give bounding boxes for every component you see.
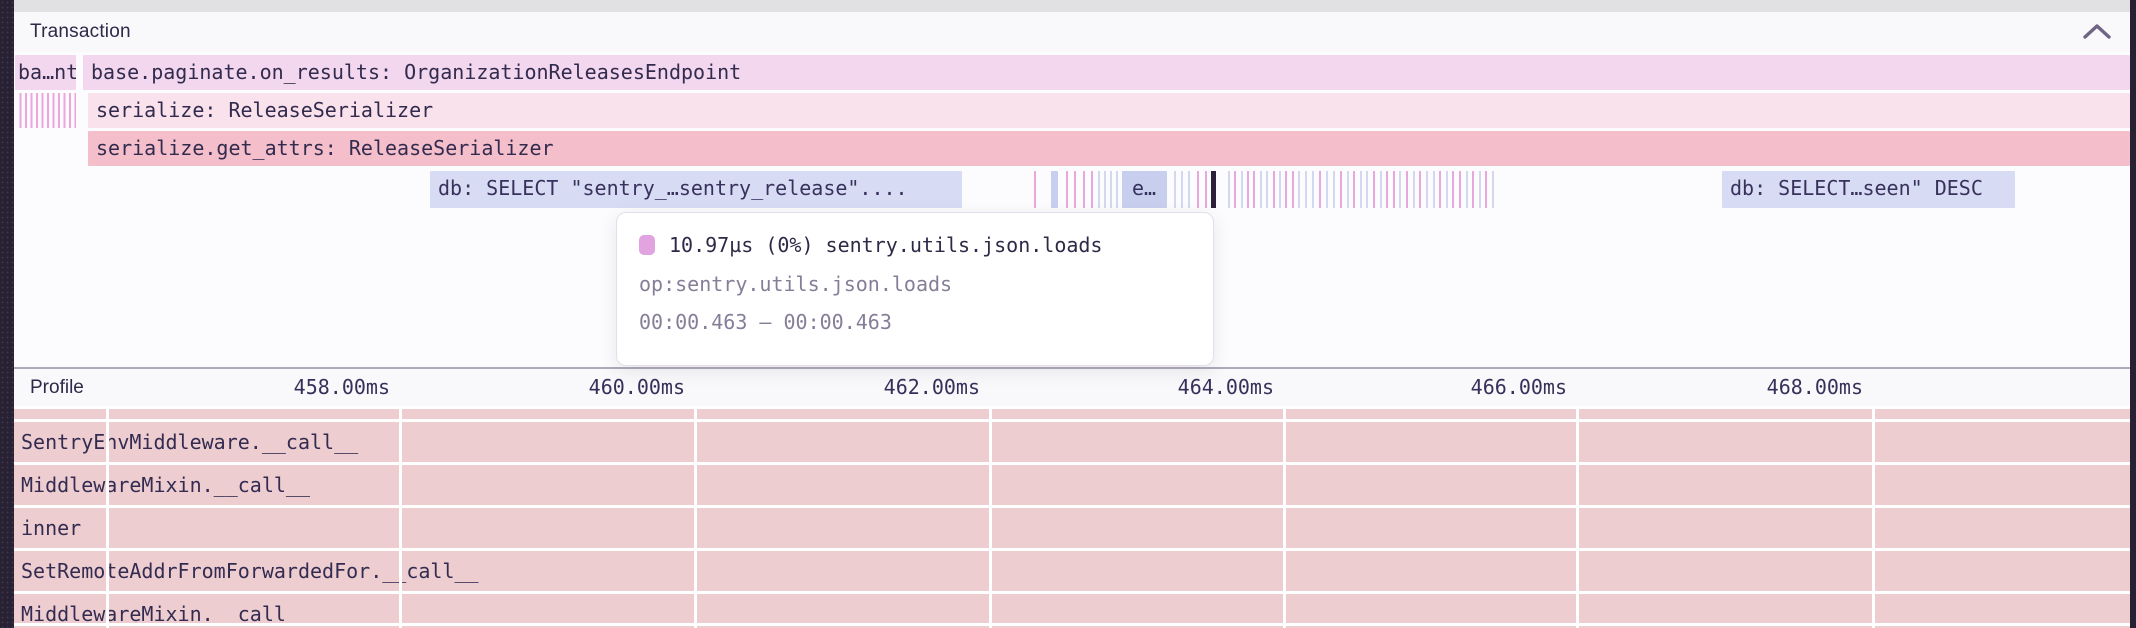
chevron-up-icon	[2080, 20, 2114, 44]
micro-span-tick[interactable]	[1433, 171, 1435, 208]
top-strip	[14, 0, 2130, 12]
micro-span-tick[interactable]	[1472, 171, 1474, 208]
flame-row[interactable]: SetRemoteAddrFromForwardedFor.__call__	[14, 551, 2130, 591]
flame-row[interactable]: MiddlewareMixin.__call__	[14, 465, 2130, 505]
micro-span-tick[interactable]	[1426, 171, 1428, 208]
micro-span-tick[interactable]	[1116, 171, 1118, 208]
micro-span-tick[interactable]	[1399, 171, 1401, 208]
micro-span-tick[interactable]	[1492, 171, 1494, 208]
span-serialize-get-attrs[interactable]: serialize.get_attrs: ReleaseSerializer	[88, 131, 2130, 166]
profile-panel-title: Profile	[30, 377, 84, 399]
micro-span-tick[interactable]	[1104, 171, 1106, 208]
collapsed-micro-spans-block[interactable]	[16, 93, 76, 128]
micro-span-tick[interactable]	[1360, 171, 1362, 208]
span-db-select-seen[interactable]: db: SELECT…seen" DESC	[1722, 171, 2015, 208]
micro-span-tick[interactable]	[1413, 171, 1415, 208]
time-label: 460.00ms	[525, 375, 685, 399]
micro-span-tick[interactable]	[1285, 171, 1287, 208]
flame-row[interactable]: inner	[14, 508, 2130, 548]
micro-span-tick[interactable]	[1241, 171, 1243, 208]
time-label: 458.00ms	[230, 375, 390, 399]
micro-span-tick[interactable]	[1279, 171, 1281, 208]
micro-span-tick[interactable]	[1091, 171, 1093, 208]
time-gridline	[1283, 406, 1286, 628]
micro-span-tick[interactable]	[1234, 171, 1236, 208]
micro-span-tick[interactable]	[1181, 171, 1183, 208]
time-gridline	[1576, 406, 1579, 628]
micro-span-tick[interactable]	[1347, 171, 1349, 208]
micro-span-tick[interactable]	[1373, 171, 1375, 208]
micro-span-tick[interactable]	[1312, 171, 1314, 208]
micro-span-tick[interactable]	[1419, 171, 1421, 208]
micro-span-tick[interactable]	[1110, 171, 1112, 208]
time-gridline	[399, 406, 402, 628]
micro-span-tick[interactable]	[1174, 171, 1176, 208]
span-base-paginate[interactable]: base.paginate.on_results: OrganizationRe…	[83, 55, 2130, 90]
time-label: 466.00ms	[1407, 375, 1567, 399]
micro-span-tick[interactable]	[1197, 171, 1199, 208]
micro-span-tick[interactable]	[1439, 171, 1441, 208]
flame-row-partial[interactable]	[14, 409, 2130, 419]
tooltip-time-range: 00:00.463 — 00:00.463	[639, 310, 1191, 334]
micro-span-tick[interactable]	[1074, 171, 1076, 208]
micro-span-tick[interactable]	[1326, 171, 1328, 208]
profiler-view: Transaction ba…nt base.paginate.on_resul…	[0, 0, 2136, 628]
transaction-panel-title: Transaction	[30, 21, 131, 43]
time-label: 462.00ms	[820, 375, 980, 399]
span-row: serialize.get_attrs: ReleaseSerializer	[0, 131, 2136, 166]
span-row: ba…nt base.paginate.on_results: Organiza…	[0, 55, 2136, 90]
micro-span-tick[interactable]	[1406, 171, 1408, 208]
micro-span-tick[interactable]	[1066, 171, 1068, 208]
micro-span-tick[interactable]	[1205, 171, 1207, 208]
micro-span-tick[interactable]	[1298, 171, 1300, 208]
span-serialize[interactable]: serialize: ReleaseSerializer	[88, 93, 2130, 128]
span-base-truncated[interactable]: ba…nt	[15, 55, 76, 90]
micro-span-tick[interactable]	[1485, 171, 1487, 208]
micro-span-tick[interactable]	[1083, 171, 1085, 208]
time-label: 464.00ms	[1114, 375, 1274, 399]
micro-span-tick[interactable]	[1188, 171, 1190, 208]
micro-span-tick[interactable]	[1273, 171, 1275, 208]
span-tooltip: 10.97µs (0%) sentry.utils.json.loads op:…	[616, 212, 1214, 366]
micro-span-tick[interactable]	[1247, 171, 1249, 208]
span-color-swatch	[639, 235, 655, 255]
time-gridline	[1872, 406, 1875, 628]
micro-span-tick[interactable]	[1466, 171, 1468, 208]
micro-span-tick[interactable]	[1380, 171, 1382, 208]
micro-span-tick[interactable]	[1305, 171, 1307, 208]
micro-span-tick[interactable]	[1228, 171, 1230, 208]
micro-span-tick[interactable]	[1446, 171, 1448, 208]
micro-span-tick[interactable]	[1253, 171, 1255, 208]
micro-span-tick[interactable]	[1479, 171, 1481, 208]
micro-span-tick[interactable]	[1386, 171, 1388, 208]
micro-span-tick[interactable]	[1034, 171, 1036, 208]
span-row: db: SELECT "sentry_…sentry_release".... …	[0, 171, 2136, 208]
micro-span-tick[interactable]	[1098, 171, 1100, 208]
transaction-header	[14, 12, 2130, 52]
micro-span-tick[interactable]	[1393, 171, 1395, 208]
tooltip-summary: 10.97µs (0%) sentry.utils.json.loads	[669, 233, 1102, 257]
time-gridline	[694, 406, 697, 628]
micro-span-tick[interactable]	[1340, 171, 1342, 208]
micro-span-tick[interactable]	[1353, 171, 1355, 208]
micro-span-tick[interactable]	[1333, 171, 1335, 208]
time-gridline	[989, 406, 992, 628]
flame-row[interactable]: SentryEnvMiddleware.__call__	[14, 422, 2130, 462]
tooltip-summary-row: 10.97µs (0%) sentry.utils.json.loads	[639, 233, 1191, 257]
micro-span-tick[interactable]	[1452, 171, 1454, 208]
time-label: 468.00ms	[1703, 375, 1863, 399]
micro-span-tick[interactable]	[1260, 171, 1262, 208]
micro-span-tick[interactable]	[1319, 171, 1321, 208]
micro-span-tick[interactable]	[1459, 171, 1461, 208]
time-gridline	[106, 406, 109, 628]
collapse-transaction-button[interactable]	[2080, 20, 2114, 44]
flame-row[interactable]: MiddlewareMixin.__call__	[14, 594, 2130, 623]
micro-span-tick[interactable]	[1266, 171, 1268, 208]
tooltip-op: op:sentry.utils.json.loads	[639, 272, 1191, 296]
span-row: serialize: ReleaseSerializer	[0, 93, 2136, 128]
micro-span-tick[interactable]	[1292, 171, 1294, 208]
micro-span-tick[interactable]	[1366, 171, 1368, 208]
